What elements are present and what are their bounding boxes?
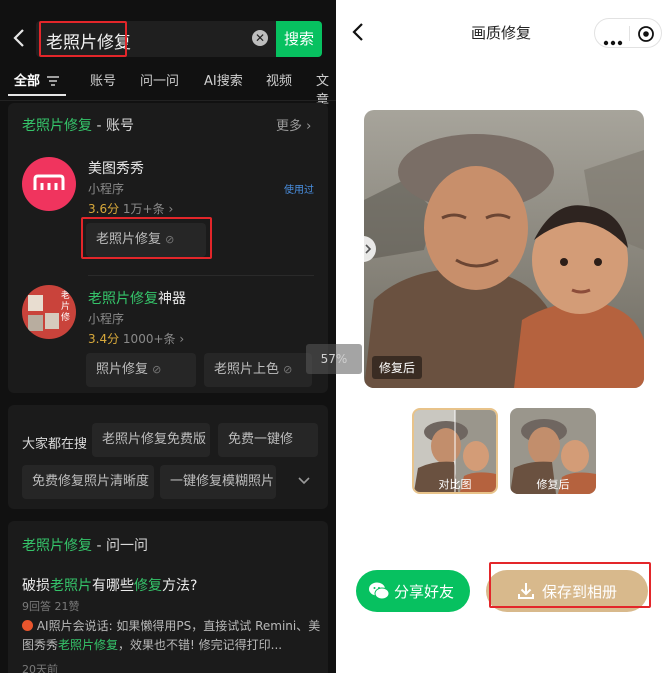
question-title[interactable]: 破损老照片有哪些修复方法? (22, 575, 197, 595)
capsule-divider (629, 26, 630, 41)
account-section: 老照片修复 - 账号 更多 › 美图秀秀 小程序 使用过 3.6分 1万+条 ›… (8, 103, 328, 393)
thumb-text: 老 片 修 (61, 291, 70, 324)
service-highlight-box (81, 217, 212, 259)
zoom-percent-overlay: 57% (306, 344, 362, 374)
filter-icon[interactable] (46, 72, 60, 86)
tab-active-underline (8, 94, 66, 96)
more-dots-icon[interactable] (603, 31, 623, 46)
result1-type: 小程序 (88, 182, 125, 196)
result2-service-label-1: 照片修复 (96, 362, 149, 377)
thumb-compare[interactable]: 对比图 (412, 408, 498, 494)
qa-section-suffix: - 问一问 (92, 538, 148, 554)
expand-icon[interactable] (296, 473, 312, 489)
compare-slider-handle[interactable] (364, 236, 376, 262)
result1-used-badge: 使用过 (284, 185, 314, 196)
thumb-photo-1 (28, 295, 43, 311)
tab-accounts[interactable]: 账号 (90, 70, 116, 89)
share-button-label: 分享好友 (394, 583, 455, 601)
result1-rating: 3.6分 1万+条 › (88, 200, 173, 217)
result-divider (88, 275, 314, 276)
result1-count: 1万+条 (122, 202, 165, 216)
thumb-compare-label: 对比图 (438, 478, 472, 491)
suggestion-chip-1[interactable]: 老照片修复免费版 (92, 423, 210, 457)
answer-keyword: 老照片修复 (58, 638, 119, 652)
thumb-text-3: 修 (61, 313, 71, 323)
more-link[interactable]: 更多 › (276, 115, 311, 134)
close-target-icon[interactable] (637, 25, 655, 43)
qa-section-title: 老照片修复 - 问一问 (22, 535, 148, 555)
result1-name[interactable]: 美图秀秀 (88, 158, 144, 178)
search-results-panel: 老照片修复 ✕ 搜索 全部 账号 问一问 AI搜索 视频 文章 老照片修复 - … (0, 0, 336, 673)
thumb-photo-2 (28, 315, 43, 331)
result1-score: 3.6分 (88, 202, 120, 216)
search-button[interactable]: 搜索 (276, 21, 322, 57)
tab-ask[interactable]: 问一问 (140, 70, 179, 89)
tabs-divider (0, 100, 336, 101)
mini-program-icon: ⊘ (283, 363, 293, 376)
thumb-photo-3 (45, 313, 59, 329)
question-keyword-1: 老照片 (50, 578, 92, 594)
tab-video[interactable]: 视频 (266, 70, 292, 89)
restored-photo[interactable]: 修复后 (364, 110, 644, 388)
query-highlight-box (39, 21, 127, 57)
question-part-1: 破损 (22, 578, 50, 594)
result2-name-suffix: 神器 (158, 291, 186, 307)
answer-snippet[interactable]: AI照片会说话: 如果懒得用PS，直接试试 Remini、美图秀秀老照片修复，效… (22, 617, 322, 655)
thumb-text-2: 片 (61, 302, 71, 312)
main-photo-label: 修复后 (372, 356, 423, 379)
tab-ai-search[interactable]: AI搜索 (204, 70, 243, 89)
question-part-3: 方法? (162, 578, 198, 594)
chevron-right-icon: › (306, 119, 312, 134)
result2-score: 3.4分 (88, 332, 120, 346)
suggestion-chip-4[interactable]: 一键修复模糊照片 (160, 465, 276, 499)
thumb-restored[interactable]: 修复后 (510, 408, 596, 494)
qa-section: 老照片修复 - 问一问 破损老照片有哪些修复方法? 9回答 21赞 AI照片会说… (8, 521, 328, 673)
save-highlight-box (489, 562, 651, 608)
ai-avatar-icon (22, 620, 33, 631)
result2-service-label-2: 老照片上色 (214, 362, 280, 377)
account-section-suffix: - 账号 (92, 118, 134, 134)
result2-service-chip-1[interactable]: 照片修复 ⊘ (86, 353, 196, 387)
result2-rating: 3.4分 1000+条 › (88, 330, 184, 347)
result2-count: 1000+条 (122, 332, 176, 346)
mini-program-panel: 画质修复 修复后 对比图 修复后 分享好友 保存到相册 (336, 0, 666, 673)
everyone-search-label: 大家都在搜 (22, 437, 88, 452)
chevron-right-icon: › (179, 332, 185, 346)
suggestion-chip-3[interactable]: 免费修复照片清晰度 (22, 465, 154, 499)
meitu-logo[interactable] (22, 157, 76, 211)
suggestion-chip-2[interactable]: 免费一键修 (218, 423, 318, 457)
share-button[interactable]: 分享好友 (356, 570, 470, 612)
thumb-restored-label: 修复后 (536, 478, 570, 491)
result2-name[interactable]: 老照片修复神器 (88, 288, 186, 308)
thumb-text-1: 老 (61, 291, 71, 301)
question-meta: 9回答 21赞 (22, 600, 80, 613)
more-link-label: 更多 (276, 119, 303, 134)
photo-repair-app-logo[interactable]: 老 片 修 (22, 285, 76, 339)
everyone-search-section: 大家都在搜 老照片修复免费版 免费一键修 免费修复照片清晰度 一键修复模糊照片 (8, 405, 328, 509)
chevron-right-icon: › (168, 202, 174, 216)
result2-service-chip-2[interactable]: 老照片上色 ⊘ (204, 353, 312, 387)
question-part-2: 有哪些 (92, 578, 134, 594)
result2-type: 小程序 (88, 312, 125, 326)
qa-section-keyword: 老照片修复 (22, 538, 92, 554)
tab-all[interactable]: 全部 (14, 70, 40, 89)
result2-name-keyword: 老照片修复 (88, 291, 158, 307)
account-section-keyword: 老照片修复 (22, 118, 92, 134)
capsule-menu[interactable] (594, 18, 662, 48)
clear-icon[interactable]: ✕ (252, 30, 268, 46)
answer-suffix: ，效果也不错! 修完记得打印... (118, 638, 283, 652)
account-section-title: 老照片修复 - 账号 (22, 115, 134, 135)
back-icon[interactable] (10, 26, 30, 50)
mini-program-icon: ⊘ (152, 363, 162, 376)
answer-time: 20天前 (22, 663, 58, 673)
question-keyword-2: 修复 (134, 578, 162, 594)
wechat-icon (368, 580, 390, 602)
